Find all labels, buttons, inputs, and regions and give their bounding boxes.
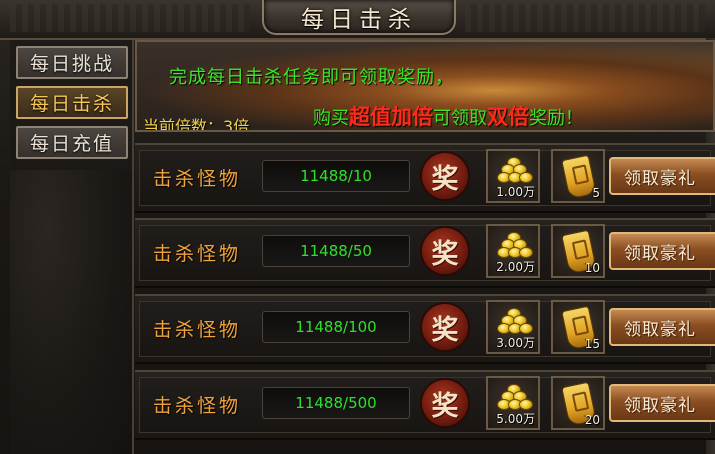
reward-seal-icon: 奖 [422, 153, 468, 199]
gold-reward-slot[interactable]: 1.00万 [486, 149, 540, 203]
task-label: 击杀怪物 [153, 319, 242, 341]
tab-daily-recharge[interactable]: 每日充值 [16, 126, 128, 159]
token-count: 10 [584, 261, 600, 275]
gold-coins-icon [497, 308, 533, 336]
task-row: 击杀怪物 11488/50 奖 2.00万 10 领取豪礼 [135, 218, 715, 288]
tab-daily-kill[interactable]: 每日击杀 [16, 86, 128, 119]
progress-text: 11488/100 [295, 318, 377, 336]
sidebar-background [10, 170, 132, 454]
multiplier-label: 当前倍数： [143, 117, 224, 132]
claim-label: 领取豪礼 [624, 243, 696, 264]
sidebar: 每日挑战 每日击杀 每日充值 [10, 40, 134, 454]
seal-text: 奖 [431, 238, 459, 270]
claim-reward-button[interactable]: 领取豪礼 [609, 308, 715, 346]
gold-reward-slot[interactable]: 2.00万 [486, 224, 540, 278]
token-reward-slot[interactable]: 20 [551, 376, 605, 430]
gold-reward-slot[interactable]: 3.00万 [486, 300, 540, 354]
token-reward-slot[interactable]: 15 [551, 300, 605, 354]
info-banner: 完成每日击杀任务即可领取奖励， 当前倍数：3倍 购买超值加倍可领取双倍奖励！ [135, 40, 715, 132]
claim-reward-button[interactable]: 领取豪礼 [609, 384, 715, 422]
gold-coins-icon [497, 232, 533, 260]
token-reward-slot[interactable]: 5 [551, 149, 605, 203]
gold-amount: 5.00万 [496, 412, 535, 426]
token-count: 5 [592, 186, 600, 200]
token-reward-slot[interactable]: 10 [551, 224, 605, 278]
progress-text: 11488/500 [295, 394, 377, 412]
tab-label: 每日击杀 [29, 93, 114, 115]
task-progress: 11488/50 [262, 235, 410, 267]
task-row: 击杀怪物 11488/100 奖 3.00万 15 领取豪礼 [135, 294, 715, 364]
task-label: 击杀怪物 [153, 168, 242, 190]
window-title: 每日击杀 [301, 6, 417, 33]
claim-reward-button[interactable]: 领取豪礼 [609, 157, 715, 195]
gold-coins-icon [497, 157, 533, 185]
promo-text-boost: 超值加倍 [349, 105, 433, 129]
claim-label: 领取豪礼 [624, 319, 696, 340]
task-label: 击杀怪物 [153, 395, 242, 417]
token-count: 20 [584, 413, 600, 427]
gold-amount: 2.00万 [496, 260, 535, 274]
seal-text: 奖 [431, 390, 459, 422]
banner-instruction: 完成每日击杀任务即可领取奖励， [169, 67, 454, 88]
task-label: 击杀怪物 [153, 243, 242, 265]
task-progress: 11488/100 [262, 311, 410, 343]
tab-label: 每日挑战 [29, 53, 114, 75]
task-progress: 11488/10 [262, 160, 410, 192]
top-ornament-left [10, 4, 250, 32]
claim-label: 领取豪礼 [624, 395, 696, 416]
gold-coins-icon [497, 384, 533, 412]
promo-text-reward: 奖励！ [529, 108, 583, 129]
gold-reward-slot[interactable]: 5.00万 [486, 376, 540, 430]
seal-text: 奖 [431, 163, 459, 195]
gold-amount: 3.00万 [496, 336, 535, 350]
claim-reward-button[interactable]: 领取豪礼 [609, 232, 715, 270]
top-frame: 每日击杀 [0, 0, 715, 40]
reward-seal-icon: 奖 [422, 304, 468, 350]
progress-text: 11488/10 [300, 167, 372, 185]
reward-seal-icon: 奖 [422, 228, 468, 274]
progress-text: 11488/50 [300, 242, 372, 260]
banner-promo: 购买超值加倍可领取双倍奖励！ [313, 101, 583, 130]
promo-text-claim: 可领取 [433, 108, 487, 129]
daily-kill-panel: 每日击杀 每日挑战 每日击杀 每日充值 完成每日击杀任务即可领取奖励， 当前倍数… [0, 0, 715, 454]
task-progress: 11488/500 [262, 387, 410, 419]
reward-seal-icon: 奖 [422, 380, 468, 426]
task-row: 击杀怪物 11488/10 奖 1.00万 5 领取豪礼 [135, 143, 715, 213]
tab-label: 每日充值 [29, 133, 114, 155]
token-count: 15 [584, 337, 600, 351]
seal-text: 奖 [431, 314, 459, 346]
promo-text-buy: 购买 [313, 108, 349, 129]
task-row: 击杀怪物 11488/500 奖 5.00万 20 领取豪礼 [135, 370, 715, 440]
claim-label: 领取豪礼 [624, 168, 696, 189]
promo-text-double: 双倍 [487, 105, 529, 129]
tab-daily-challenge[interactable]: 每日挑战 [16, 46, 128, 79]
multiplier-value: 3倍 [223, 117, 250, 132]
gold-amount: 1.00万 [496, 185, 535, 199]
multiplier-readout: 当前倍数：3倍 [143, 113, 250, 132]
title-plate: 每日击杀 [262, 0, 456, 35]
top-ornament-right [465, 4, 705, 32]
